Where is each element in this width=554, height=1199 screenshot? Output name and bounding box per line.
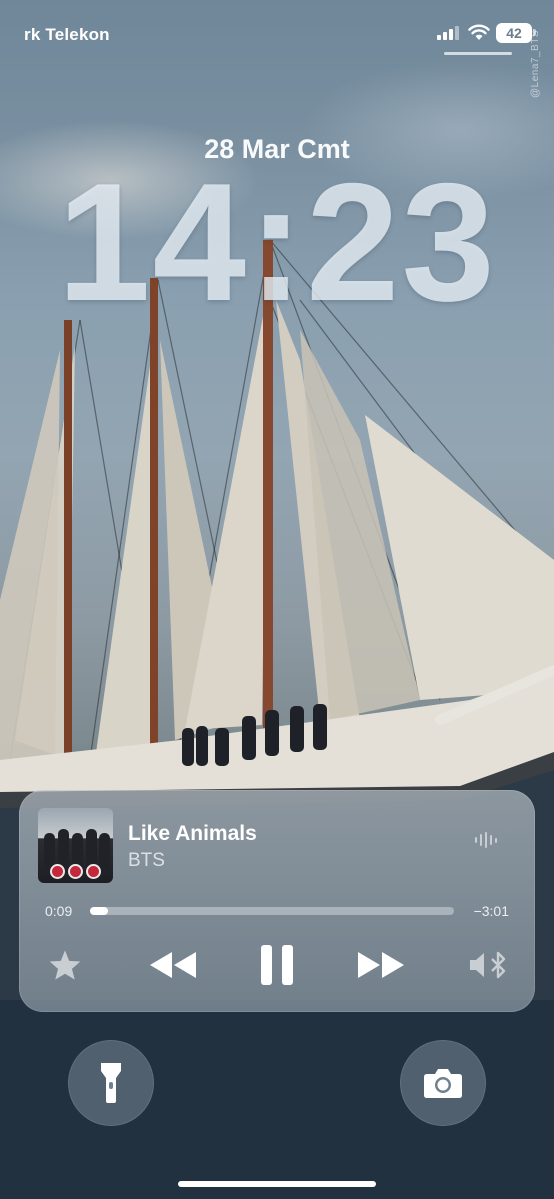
notification-indicator-line	[444, 52, 512, 55]
camera-button[interactable]	[400, 1040, 486, 1126]
pause-icon	[261, 945, 293, 985]
star-icon	[49, 950, 81, 980]
waveform-icon	[475, 832, 499, 848]
battery-level: 42	[496, 23, 532, 43]
status-bar: rk Telekon 42	[0, 22, 554, 46]
camera-icon	[424, 1069, 462, 1098]
wifi-icon	[468, 24, 490, 40]
home-indicator[interactable]	[178, 1181, 376, 1187]
audio-output-button[interactable]	[465, 940, 513, 990]
flashlight-icon	[101, 1063, 121, 1103]
playback-progress-fill	[90, 907, 109, 915]
carrier-name: rk Telekon	[24, 25, 110, 44]
fast-forward-icon	[358, 952, 404, 978]
song-title[interactable]: Like Animals	[128, 822, 257, 846]
watermark: @Lena7_BTS	[530, 30, 541, 98]
album-art[interactable]	[38, 808, 113, 883]
elapsed-time: 0:09	[45, 903, 73, 919]
speaker-bluetooth-icon	[470, 951, 506, 979]
lock-screen-time: 14:23	[57, 148, 497, 336]
rewind-icon	[150, 952, 196, 978]
now-playing-widget[interactable]: Like Animals BTS 0:09 −3:01	[19, 790, 535, 1012]
favorite-button[interactable]	[45, 940, 85, 990]
artist-name[interactable]: BTS	[128, 850, 165, 872]
cellular-signal-icon	[437, 26, 461, 40]
flashlight-button[interactable]	[68, 1040, 154, 1126]
remaining-time: −3:01	[473, 903, 509, 919]
previous-track-button[interactable]	[143, 940, 203, 990]
next-track-button[interactable]	[351, 940, 411, 990]
playback-scrubber[interactable]	[90, 907, 454, 915]
play-pause-button[interactable]	[251, 940, 303, 990]
